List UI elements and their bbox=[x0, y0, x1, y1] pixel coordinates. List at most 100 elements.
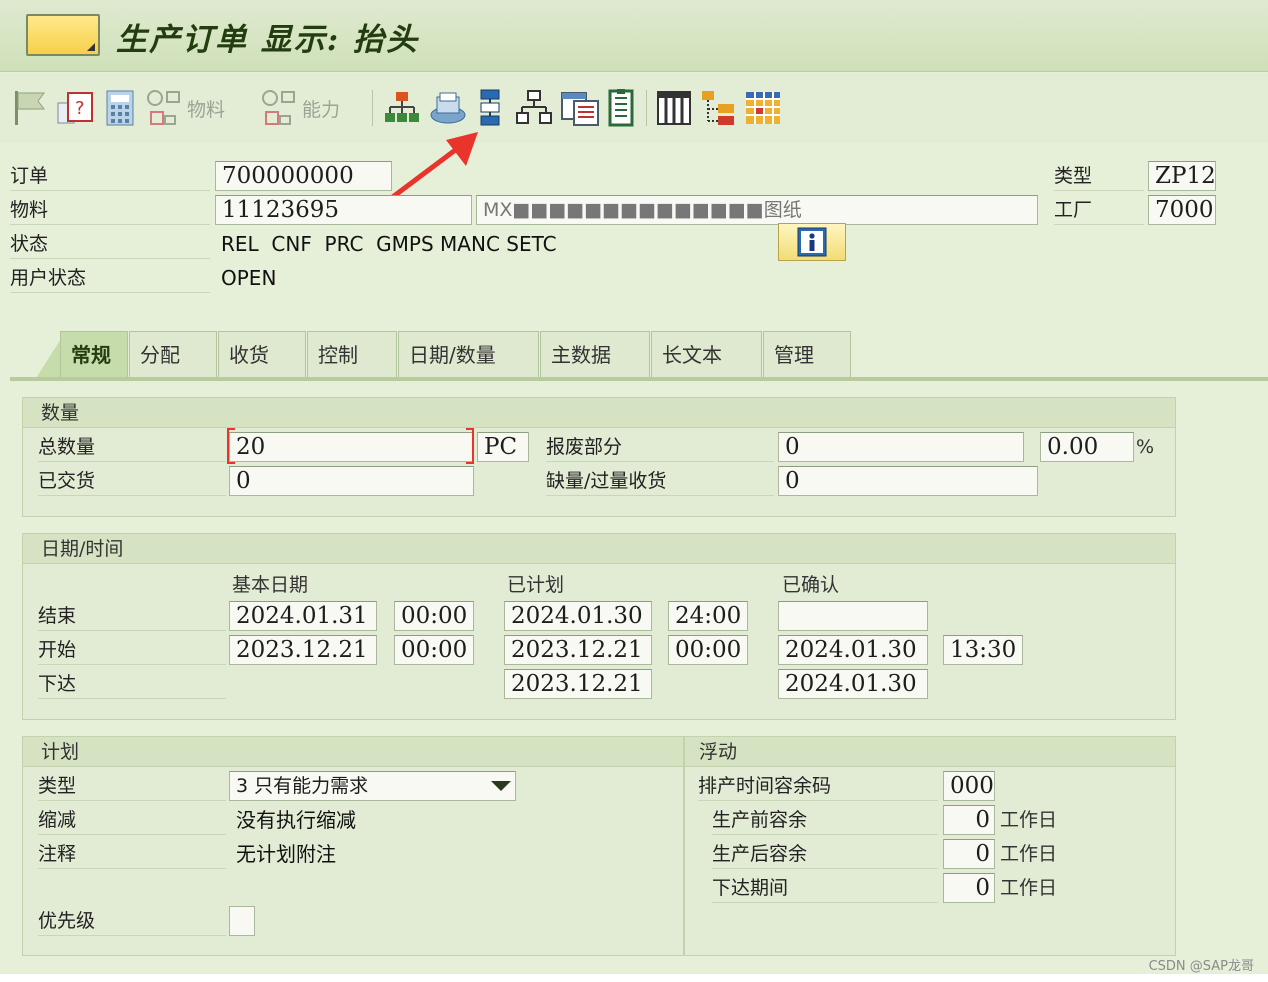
tab-general[interactable]: 常规 bbox=[60, 331, 128, 378]
planning-type-dropdown[interactable]: 3 只有能力需求 bbox=[229, 771, 516, 801]
order-label: 订单 bbox=[10, 161, 210, 191]
basic-date-header: 基本日期 bbox=[232, 574, 309, 596]
short-over-label: 缺量/过量收货 bbox=[546, 466, 774, 496]
reduction-value: 没有执行缩减 bbox=[236, 808, 356, 832]
grid-button[interactable] bbox=[744, 88, 782, 128]
confirmed-header: 已确认 bbox=[782, 574, 840, 596]
dates-group-title: 日期/时间 bbox=[23, 534, 1175, 564]
tree-icon bbox=[702, 91, 734, 125]
float-group-title: 浮动 bbox=[685, 737, 1175, 767]
material-field[interactable]: 11123695 bbox=[215, 195, 472, 225]
order-field[interactable]: 700000000 bbox=[215, 161, 392, 191]
focus-bracket-left bbox=[227, 428, 235, 464]
start-scheduled-date-field[interactable]: 2023.12.21 bbox=[504, 635, 652, 665]
sched-margin-field[interactable]: 000 bbox=[943, 771, 995, 801]
component-list-icon bbox=[608, 89, 634, 127]
tab-goods-receipt[interactable]: 收货 bbox=[218, 331, 306, 378]
tab-strip-line bbox=[10, 377, 1268, 381]
release-confirmed-date-field[interactable]: 2024.01.30 bbox=[778, 669, 928, 699]
columns-icon bbox=[657, 91, 691, 125]
flag-button[interactable] bbox=[12, 88, 48, 128]
user-status-value: OPEN bbox=[221, 266, 277, 290]
end-label: 结束 bbox=[38, 601, 226, 631]
post-float-field[interactable]: 0 bbox=[943, 839, 995, 869]
release-period-field[interactable]: 0 bbox=[943, 873, 995, 903]
material-description-field[interactable]: MX■■■■■■■■■■■■■■图纸 bbox=[476, 195, 1038, 225]
toolbar-separator bbox=[646, 90, 647, 126]
material-button[interactable]: 物料 bbox=[145, 88, 225, 128]
delivered-field[interactable]: 0 bbox=[229, 466, 474, 496]
capacity-button[interactable]: 能力 bbox=[260, 88, 340, 128]
document-help-icon: ? bbox=[57, 92, 93, 124]
reduction-label: 缩减 bbox=[38, 805, 226, 835]
scrap-field[interactable]: 0 bbox=[778, 432, 1024, 462]
end-basic-time-field[interactable]: 00:00 bbox=[394, 601, 474, 631]
unit-field[interactable]: PC bbox=[477, 432, 529, 462]
planning-group-title: 计划 bbox=[23, 737, 683, 767]
start-basic-date-field[interactable]: 2023.12.21 bbox=[229, 635, 377, 665]
priority-label: 优先级 bbox=[38, 906, 226, 936]
title-bar: 生产订单 显示: 抬头 bbox=[0, 0, 1268, 72]
scrap-percent-field[interactable]: 0.00 bbox=[1040, 432, 1134, 462]
tab-administration[interactable]: 管理 bbox=[763, 331, 851, 378]
capacity-icon bbox=[262, 90, 295, 125]
priority-field[interactable] bbox=[229, 906, 255, 936]
calculator-icon bbox=[106, 90, 134, 126]
plant-label: 工厂 bbox=[1054, 195, 1144, 225]
short-over-field[interactable]: 0 bbox=[778, 466, 1038, 496]
tab-long-text[interactable]: 长文本 bbox=[651, 331, 762, 378]
end-basic-date-field[interactable]: 2024.01.31 bbox=[229, 601, 377, 631]
calculator-button[interactable] bbox=[104, 88, 136, 128]
network-button[interactable] bbox=[516, 88, 552, 128]
percent-sign: % bbox=[1136, 436, 1155, 458]
document-list-icon bbox=[561, 92, 599, 126]
tab-master-data[interactable]: 主数据 bbox=[540, 331, 650, 378]
window-title: 生产订单 显示: 抬头 bbox=[116, 22, 420, 58]
post-float-unit: 工作日 bbox=[1000, 843, 1058, 865]
component-list-button[interactable] bbox=[606, 88, 636, 128]
system-status-value: REL CNF PRC GMPS MANC SETC bbox=[221, 232, 557, 256]
note-value: 无计划附注 bbox=[236, 842, 336, 866]
end-scheduled-date-field[interactable]: 2024.01.30 bbox=[504, 601, 652, 631]
tab-dates-quantities[interactable]: 日期/数量 bbox=[398, 331, 539, 378]
release-scheduled-date-field[interactable]: 2023.12.21 bbox=[504, 669, 652, 699]
start-basic-time-field[interactable]: 00:00 bbox=[394, 635, 474, 665]
grid-icon bbox=[746, 92, 780, 124]
material-label: 物料 bbox=[10, 195, 210, 225]
status-label: 状态 bbox=[10, 229, 210, 259]
note-label: 注释 bbox=[38, 839, 226, 869]
columns-button[interactable] bbox=[656, 88, 692, 128]
start-confirmed-date-field[interactable]: 2024.01.30 bbox=[778, 635, 928, 665]
release-period-label: 下达期间 bbox=[712, 873, 938, 903]
end-scheduled-time-field[interactable]: 24:00 bbox=[668, 601, 748, 631]
document-list-button[interactable] bbox=[560, 88, 600, 128]
capacity-button-label: 能力 bbox=[302, 98, 341, 121]
chevron-down-icon[interactable] bbox=[491, 781, 511, 791]
release-period-unit: 工作日 bbox=[1000, 877, 1058, 899]
pre-float-field[interactable]: 0 bbox=[943, 805, 995, 835]
user-status-label: 用户状态 bbox=[10, 263, 210, 293]
start-scheduled-time-field[interactable]: 00:00 bbox=[668, 635, 748, 665]
release-label: 下达 bbox=[38, 669, 226, 699]
material-button-label: 物料 bbox=[187, 98, 226, 121]
pre-float-label: 生产前容余 bbox=[712, 805, 938, 835]
scheduled-header: 已计划 bbox=[507, 574, 565, 596]
tab-assignment[interactable]: 分配 bbox=[129, 331, 217, 378]
document-help-button[interactable]: ? bbox=[56, 88, 96, 128]
watermark: CSDN @SAP龙哥 bbox=[1148, 959, 1254, 974]
planning-type-label: 类型 bbox=[38, 771, 226, 801]
order-type-label: 类型 bbox=[1054, 161, 1144, 191]
plant-field[interactable]: 7000 bbox=[1148, 195, 1216, 225]
sap-screen: 生产订单 显示: 抬头 ? 物料 能力 订单 700000000 物料 1112… bbox=[0, 0, 1268, 974]
start-confirmed-time-field[interactable]: 13:30 bbox=[943, 635, 1023, 665]
menu-box-button[interactable] bbox=[26, 14, 100, 56]
order-type-field[interactable]: ZP12 bbox=[1148, 161, 1216, 191]
svg-text:?: ? bbox=[75, 98, 85, 119]
quantity-group-title: 数量 bbox=[23, 398, 1175, 428]
end-confirmed-date-field[interactable] bbox=[778, 601, 928, 631]
tab-control[interactable]: 控制 bbox=[307, 331, 397, 378]
total-quantity-field[interactable]: 20 bbox=[229, 432, 474, 462]
focus-bracket-right bbox=[466, 428, 474, 464]
status-info-button[interactable] bbox=[778, 223, 846, 261]
tree-button[interactable] bbox=[700, 88, 738, 128]
